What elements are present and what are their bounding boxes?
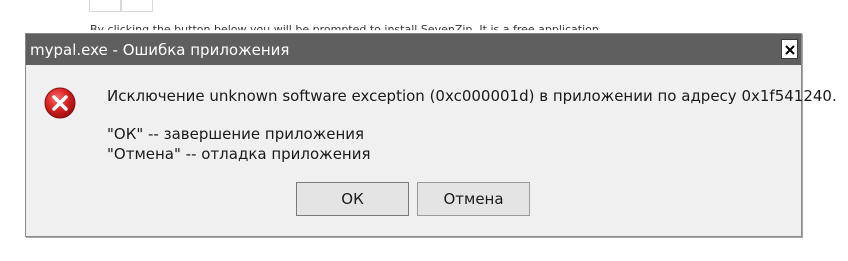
dialog-titlebar[interactable]: mypal.exe - Ошибка приложения bbox=[26, 34, 801, 65]
error-message: Исключение unknown software exception (0… bbox=[107, 87, 837, 105]
close-button[interactable] bbox=[781, 39, 798, 59]
close-icon bbox=[785, 45, 795, 55]
ok-explanation: "ОК" -- завершение приложения bbox=[107, 125, 365, 143]
cancel-button[interactable]: Отмена bbox=[417, 182, 530, 216]
dialog-title: mypal.exe - Ошибка приложения bbox=[30, 41, 290, 59]
error-dialog: mypal.exe - Ошибка приложения Исключение… bbox=[25, 33, 837, 237]
ok-button[interactable]: ОК bbox=[296, 182, 409, 216]
cancel-explanation: "Отмена" -- отладка приложения bbox=[107, 145, 371, 163]
background-tab bbox=[121, 0, 153, 12]
background-tab bbox=[89, 0, 121, 12]
error-icon bbox=[43, 86, 77, 120]
